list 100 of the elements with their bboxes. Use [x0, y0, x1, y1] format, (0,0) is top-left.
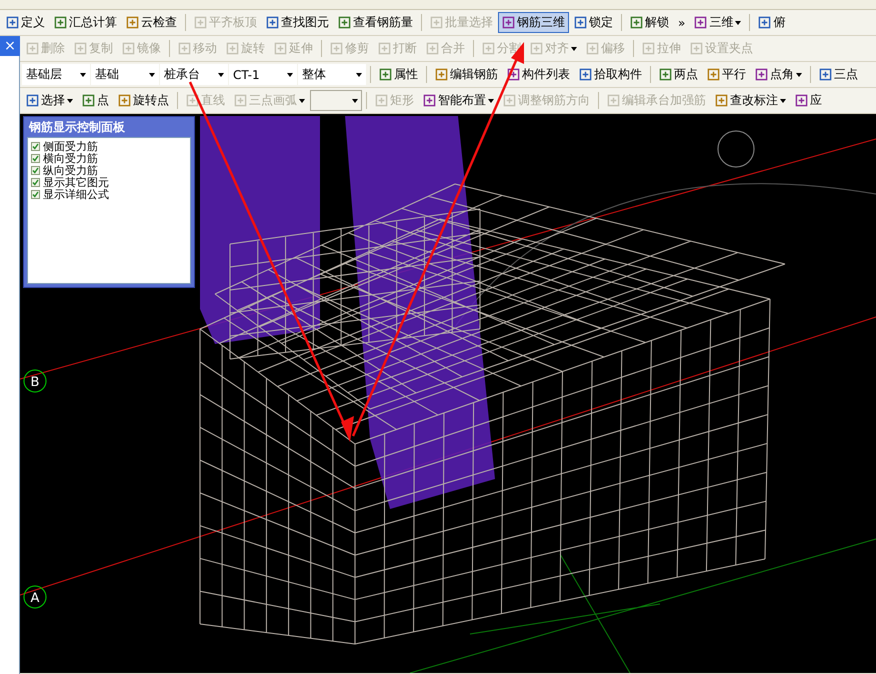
- tool-icon: [690, 42, 703, 55]
- toolbar-button[interactable]: 平行: [703, 64, 750, 85]
- tool-icon: [659, 68, 672, 81]
- close-button[interactable]: ×: [0, 36, 20, 56]
- tool-icon: [426, 42, 439, 55]
- dropdown-field[interactable]: 基础: [91, 64, 159, 85]
- tool-icon: [82, 94, 95, 107]
- checkbox[interactable]: [31, 178, 40, 186]
- tool-icon: [330, 42, 343, 55]
- toolbar-button[interactable]: 构件列表: [503, 64, 574, 85]
- tool-icon: [234, 94, 247, 107]
- tool-icon: [378, 42, 391, 55]
- toolbar-button[interactable]: 解锁: [626, 12, 673, 33]
- toolbar-button[interactable]: 点: [78, 90, 113, 111]
- tool-icon: [502, 16, 515, 29]
- checkbox[interactable]: [31, 142, 40, 150]
- toolbar-button[interactable]: 定义: [2, 12, 49, 33]
- checkbox-label[interactable]: 纵向受力筋: [43, 162, 98, 178]
- toolbar-button[interactable]: 两点: [655, 64, 702, 85]
- tool-icon: [194, 16, 207, 29]
- tool-icon: [795, 94, 808, 107]
- tool-icon: [26, 42, 39, 55]
- checkbox-label[interactable]: 横向受力筋: [43, 150, 98, 166]
- toolbar-button[interactable]: 三点: [815, 64, 862, 85]
- toolbar-button[interactable]: 查找图元: [262, 12, 333, 33]
- tool-icon: [226, 42, 239, 55]
- tool-icon: [507, 68, 520, 81]
- checkbox[interactable]: [31, 166, 40, 174]
- toolbar-button[interactable]: 点角: [751, 64, 806, 85]
- toolbar-button[interactable]: 查改标注: [711, 90, 790, 111]
- tool-icon: [74, 42, 87, 55]
- tool-icon: [482, 42, 495, 55]
- checkbox-label[interactable]: 显示其它图元: [43, 174, 109, 190]
- panel-title: 钢筋显示控制面板: [28, 118, 126, 136]
- tool-icon: [707, 68, 720, 81]
- tool-icon: [607, 94, 620, 107]
- tool-icon: [186, 94, 199, 107]
- toolbar-button[interactable]: 查看钢筋量: [334, 12, 417, 33]
- tool-icon: [338, 16, 351, 29]
- tool-icon: [642, 42, 655, 55]
- toolbar-button[interactable]: 俯: [754, 12, 790, 33]
- caret-icon: [218, 72, 224, 76]
- tool-icon: [758, 16, 772, 29]
- tool-icon: [574, 16, 587, 29]
- caret-icon: [488, 98, 494, 102]
- caret-icon: [299, 98, 305, 102]
- checkbox-label[interactable]: 侧面受力筋: [43, 138, 98, 154]
- tool-icon: [819, 68, 832, 81]
- toolbar-button[interactable]: 旋转点: [114, 90, 173, 111]
- tool-icon: [530, 42, 543, 55]
- tool-icon: [579, 68, 592, 81]
- caret-icon: [149, 72, 155, 76]
- tool-icon: [715, 94, 728, 107]
- checkbox[interactable]: [31, 190, 40, 198]
- tool-icon: [54, 16, 67, 29]
- toolbar-button[interactable]: 锁定: [570, 12, 617, 33]
- axis-label: A: [24, 586, 46, 608]
- tool-icon: [375, 94, 388, 107]
- tool-icon: [6, 16, 19, 29]
- caret-icon: [80, 72, 86, 76]
- toolbar-button[interactable]: 应: [791, 90, 826, 111]
- tool-icon: [755, 68, 768, 81]
- toolbar-button[interactable]: 编辑钢筋: [431, 64, 502, 85]
- caret-icon: [352, 98, 358, 102]
- tool-icon: [694, 16, 708, 29]
- tool-icon: [586, 42, 599, 55]
- checkbox[interactable]: [31, 154, 40, 162]
- toolbar-button[interactable]: 拾取构件: [575, 64, 646, 85]
- dropdown-field[interactable]: 整体: [298, 64, 366, 85]
- toolbar-button[interactable]: 汇总计算: [50, 12, 121, 33]
- dropdown-field[interactable]: 基础层: [22, 64, 90, 85]
- toolbar-button[interactable]: 属性: [375, 64, 422, 85]
- tool-icon: [274, 42, 287, 55]
- caret-icon: [780, 98, 786, 102]
- checkbox-label[interactable]: 显示详细公式: [43, 186, 109, 202]
- toolbar-button[interactable]: 云检查: [122, 12, 181, 33]
- tool-icon: [26, 94, 39, 107]
- axis-label: B: [24, 370, 46, 392]
- tool-icon: [630, 16, 643, 29]
- toolbar-button[interactable]: 三维: [690, 12, 746, 33]
- dropdown-field[interactable]: 桩承台: [160, 64, 228, 85]
- toolbar-button[interactable]: 钢筋三维: [498, 12, 569, 33]
- tool-icon: [423, 94, 436, 107]
- caret-icon: [356, 72, 362, 76]
- tool-icon: [178, 42, 191, 55]
- caret-icon: [287, 72, 293, 76]
- tool-icon: [122, 42, 135, 55]
- overflow-button[interactable]: »: [674, 12, 690, 33]
- dropdown-field[interactable]: CT-1: [229, 64, 297, 85]
- toolbar-button[interactable]: 选择: [22, 90, 77, 111]
- toolbar-button[interactable]: 智能布置: [419, 90, 498, 111]
- tool-icon: [118, 94, 131, 107]
- tool-icon: [126, 16, 139, 29]
- tool-icon: [435, 68, 448, 81]
- tool-icon: [266, 16, 279, 29]
- tool-icon: [379, 68, 392, 81]
- tool-icon: [430, 16, 443, 29]
- caret-icon: [67, 98, 73, 102]
- caret-icon: [571, 46, 577, 50]
- caret-icon: [735, 20, 742, 24]
